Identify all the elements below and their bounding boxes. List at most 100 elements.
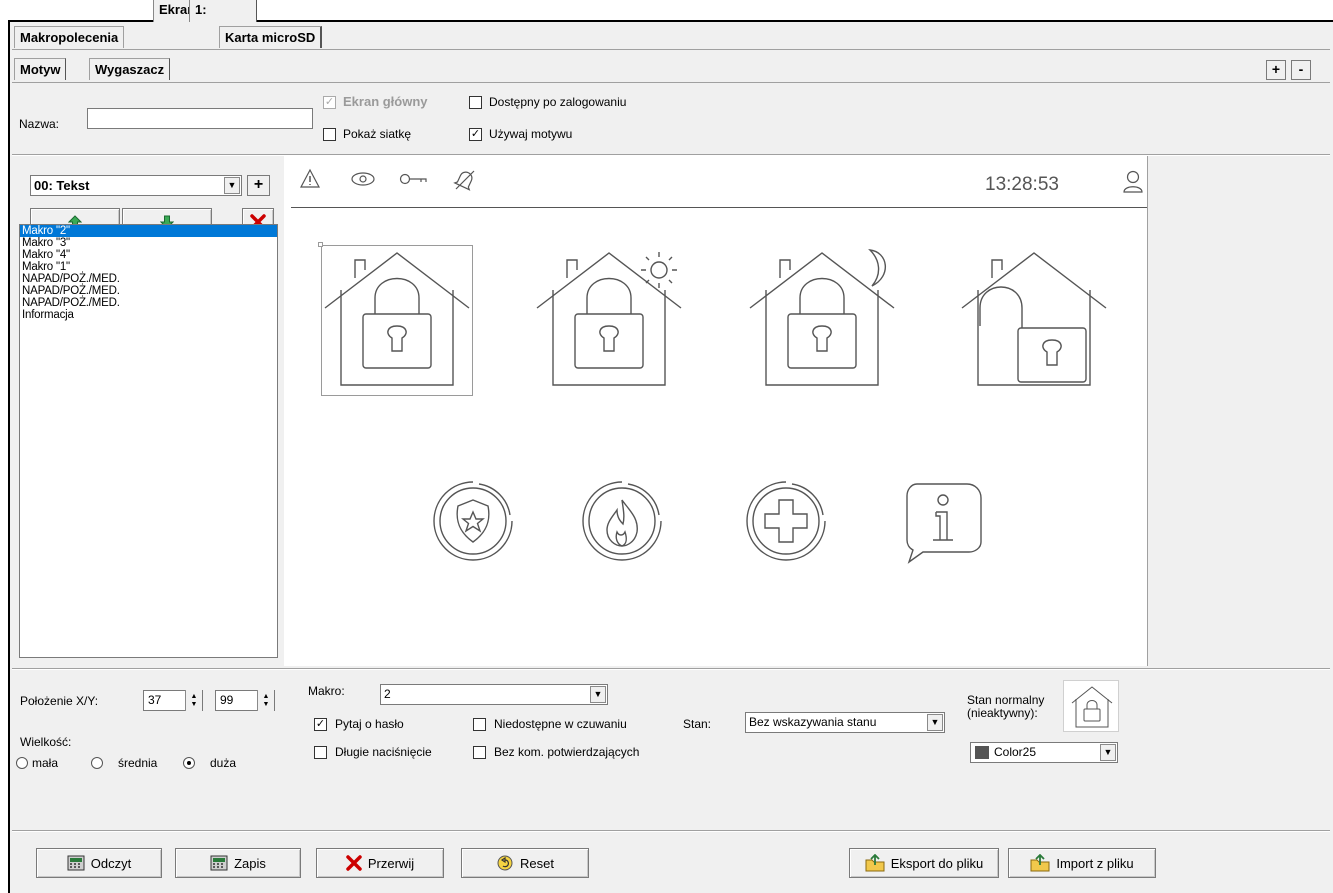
spin-x[interactable]: ▲ ▼ [185, 690, 202, 711]
list-item[interactable]: Makro "4" [20, 249, 277, 261]
list-item[interactable]: Informacja [20, 309, 277, 321]
police-badge-icon[interactable] [430, 478, 516, 564]
eye-icon [351, 172, 375, 186]
size-large-radio[interactable] [183, 757, 195, 769]
show-grid-label: Pokaż siatkę [343, 127, 412, 141]
list-item[interactable]: NAPAD/POŻ./MED. [20, 297, 277, 309]
position-x-input[interactable]: 37 ▲ ▼ [143, 690, 203, 711]
element-list[interactable]: Makro "2" Makro "3" Makro "4" Makro "1" … [19, 224, 278, 658]
export-button-label: Eksport do pliku [890, 855, 984, 871]
color-swatch [975, 746, 989, 759]
position-y-value: 99 [220, 693, 234, 707]
house-lock-night-icon[interactable] [748, 248, 906, 392]
list-item[interactable]: Makro "3" [20, 237, 277, 249]
size-medium-label: średnia [118, 756, 158, 770]
available-after-login-checkbox[interactable] [469, 96, 482, 109]
no-confirm-label: Bez kom. potwierdzających [494, 745, 640, 759]
color-select-value: Color25 [994, 745, 1037, 759]
position-x-value: 37 [148, 693, 162, 707]
bell-off-icon [453, 170, 475, 191]
remove-screen-button[interactable]: - [1291, 60, 1311, 80]
state-label: Stan: [683, 717, 712, 731]
abort-button[interactable]: Przerwij [316, 848, 444, 878]
available-after-login-label: Dostępny po zalogowaniu [489, 95, 627, 109]
list-item[interactable]: Makro "2" [20, 225, 277, 237]
tab-divider [12, 49, 1330, 50]
state-select-value: Bez wskazywania stanu [749, 715, 877, 729]
reset-icon [497, 855, 513, 871]
position-label: Położenie X/Y: [20, 694, 99, 708]
fire-icon[interactable] [579, 478, 665, 564]
state-select[interactable]: Bez wskazywania stanu ▼ [745, 712, 945, 733]
add-screen-button[interactable]: + [1266, 60, 1286, 80]
footer-divider-highlight [12, 831, 1330, 832]
list-item[interactable]: NAPAD/POŻ./MED. [20, 273, 277, 285]
abort-x-icon [346, 855, 362, 871]
size-large-label: duża [210, 756, 237, 770]
size-label: Wielkość: [20, 735, 72, 749]
folder-export-icon [865, 854, 885, 872]
list-item[interactable]: Makro "1" [20, 261, 277, 273]
chevron-down-icon[interactable]: ▼ [1100, 744, 1116, 761]
normal-state-preview[interactable] [1063, 680, 1119, 732]
add-element-button[interactable]: + [247, 175, 270, 196]
size-small-radio[interactable] [16, 757, 28, 769]
unavailable-armed-label: Niedostępne w czuwaniu [494, 717, 627, 731]
read-button[interactable]: Odczyt [36, 848, 162, 878]
read-button-label: Odczyt [90, 855, 132, 871]
key-icon [399, 173, 427, 185]
normal-state-label: Stan normalny (nieaktywny): [967, 694, 1044, 720]
warning-icon [300, 168, 320, 188]
use-theme-label: Używaj motywu [489, 127, 573, 141]
list-item[interactable]: NAPAD/POŻ./MED. [20, 285, 277, 297]
subtab-divider [12, 82, 1330, 83]
normal-state-label-line2: (nieaktywny): [967, 706, 1038, 720]
medical-cross-icon[interactable] [743, 478, 829, 564]
position-y-input[interactable]: 99 ▲ ▼ [215, 690, 275, 711]
house-unlock-disarm-icon[interactable] [960, 248, 1108, 392]
main-screen-checkbox[interactable]: ✓ [323, 96, 336, 109]
write-device-icon [210, 855, 228, 871]
reset-button[interactable]: Reset [461, 848, 589, 878]
import-button[interactable]: Import z pliku [1008, 848, 1156, 878]
house-lock-icon [1071, 686, 1113, 728]
size-medium-radio[interactable] [91, 757, 103, 769]
main-screen-label: Ekran główny [343, 94, 428, 109]
read-device-icon [67, 855, 85, 871]
use-theme-checkbox[interactable]: ✓ [469, 128, 482, 141]
long-press-checkbox[interactable] [314, 746, 327, 759]
chevron-down-icon[interactable]: ▼ [224, 177, 240, 194]
macro-select[interactable]: 2 ▼ [380, 684, 608, 705]
unavailable-armed-checkbox[interactable] [473, 718, 486, 731]
house-lock-day-icon[interactable] [535, 248, 683, 392]
ask-password-checkbox[interactable]: ✓ [314, 718, 327, 731]
user-icon [1123, 170, 1143, 193]
preview-border [1147, 156, 1148, 666]
export-button[interactable]: Eksport do pliku [849, 848, 999, 878]
house-lock-armed-icon[interactable] [323, 248, 471, 392]
tab-screen-1[interactable]: 1: [189, 0, 257, 22]
reset-button-label: Reset [520, 855, 554, 871]
no-confirm-checkbox[interactable] [473, 746, 486, 759]
tab-motyw[interactable]: Motyw [14, 58, 67, 80]
properties-divider-highlight [12, 669, 1330, 670]
show-grid-checkbox[interactable] [323, 128, 336, 141]
name-input[interactable] [87, 108, 313, 129]
tab-wygaszacz[interactable]: Wygaszacz [89, 58, 171, 80]
save-button[interactable]: Zapis [175, 848, 301, 878]
status-bar-separator [291, 207, 1147, 208]
screen-preview[interactable] [284, 156, 1147, 666]
macro-select-value: 2 [384, 687, 391, 701]
tab-karta-microsd[interactable]: Karta microSD [219, 26, 323, 48]
import-button-label: Import z pliku [1056, 855, 1134, 871]
color-select[interactable]: Color25 ▼ [970, 742, 1118, 763]
info-bubble-icon[interactable] [903, 482, 983, 564]
save-button-label: Zapis [234, 855, 266, 871]
spin-y[interactable]: ▲ ▼ [257, 690, 274, 711]
macro-label: Makro: [308, 684, 345, 698]
tab-makropolecenia[interactable]: Makropolecenia [14, 26, 125, 48]
chevron-down-icon[interactable]: ▼ [927, 714, 943, 731]
resize-handle[interactable] [318, 242, 323, 247]
element-select[interactable]: 00: Tekst ▼ [30, 175, 242, 196]
chevron-down-icon[interactable]: ▼ [590, 686, 606, 703]
